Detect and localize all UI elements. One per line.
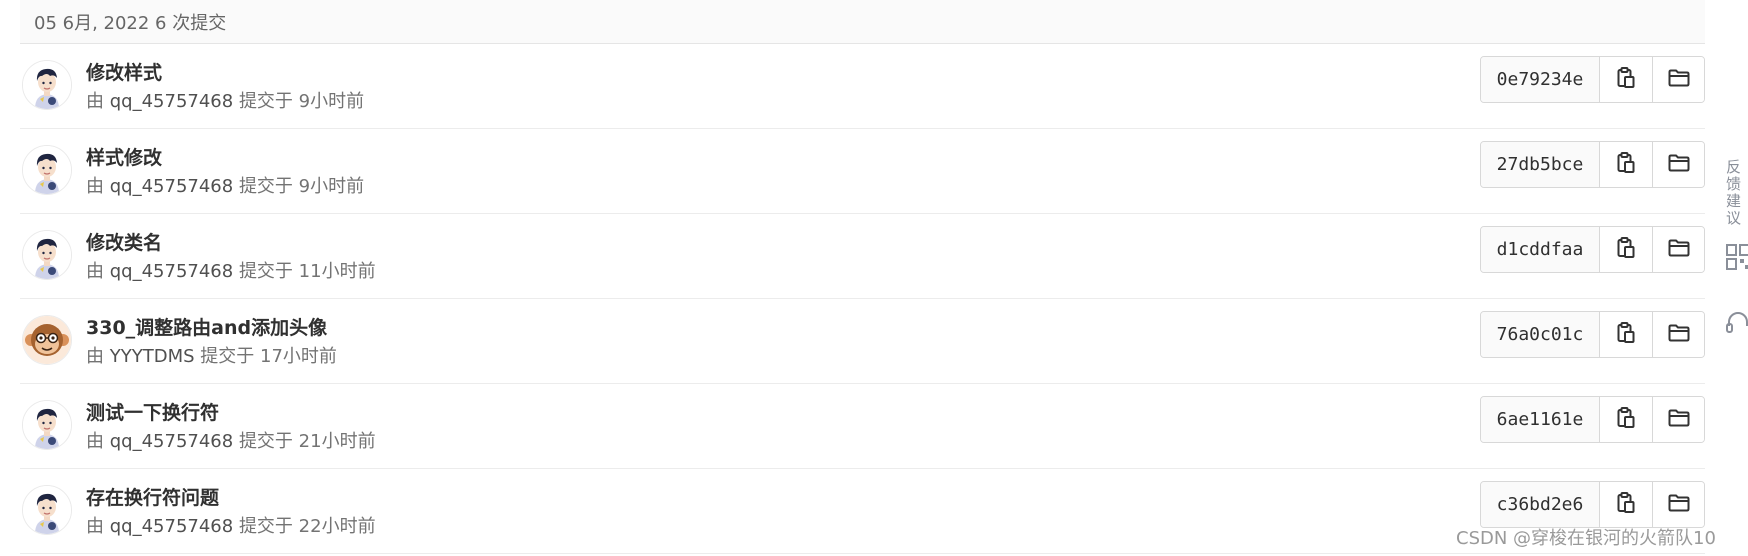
commit-by-label: 由 (86, 346, 104, 367)
commit-row: 存在换行符问题由 qq_45757468 提交于 22小时前 c36bd2e6 (20, 469, 1705, 554)
avatar[interactable] (22, 230, 72, 280)
qr-code-button[interactable] (1716, 226, 1748, 292)
commit-time: 9小时前 (298, 91, 365, 112)
copy-sha-button[interactable] (1600, 397, 1652, 442)
commit-actions: c36bd2e6 (1480, 481, 1705, 528)
commit-action-label: 提交于 (238, 431, 293, 452)
commit-author[interactable]: qq_45757468 (110, 431, 233, 452)
copy-sha-button[interactable] (1600, 142, 1652, 187)
commit-time: 11小时前 (298, 261, 376, 282)
qr-code-icon (1726, 244, 1748, 274)
commit-meta: 由 qq_45757468 提交于 9小时前 (86, 172, 364, 198)
browse-files-button[interactable] (1652, 312, 1704, 357)
commit-time: 21小时前 (298, 431, 376, 452)
csdn-watermark: CSDN @穿梭在银河的火箭队10 (1456, 528, 1716, 549)
avatar[interactable] (22, 485, 72, 535)
clipboard-icon (1617, 236, 1635, 263)
commit-author[interactable]: qq_45757468 (110, 516, 233, 537)
copy-sha-button[interactable] (1600, 312, 1652, 357)
commit-author[interactable]: qq_45757468 (110, 261, 233, 282)
commit-row: 修改样式由 qq_45757468 提交于 9小时前 0e79234e (20, 44, 1705, 129)
commit-sha-button[interactable]: 27db5bce (1481, 142, 1600, 187)
commit-list: 修改样式由 qq_45757468 提交于 9小时前 0e79234e 样式修改由 … (20, 44, 1705, 554)
commit-title[interactable]: 修改类名 (86, 228, 162, 255)
commit-time: 22小时前 (298, 516, 376, 537)
feedback-label: 反馈建议 (1726, 159, 1742, 227)
commit-action-label: 提交于 (238, 91, 293, 112)
commit-title[interactable]: 样式修改 (86, 143, 162, 170)
commit-sha-button[interactable]: 6ae1161e (1481, 397, 1600, 442)
support-button[interactable] (1716, 292, 1748, 358)
commit-action-label: 提交于 (238, 261, 293, 282)
folder-icon (1668, 239, 1690, 261)
commit-author[interactable]: qq_45757468 (110, 176, 233, 197)
commit-by-label: 由 (86, 261, 104, 282)
avatar[interactable] (22, 145, 72, 195)
commit-row: 修改类名由 qq_45757468 提交于 11小时前 d1cddfaa (20, 214, 1705, 299)
commit-sha-button[interactable]: 0e79234e (1481, 57, 1600, 102)
browse-files-button[interactable] (1652, 142, 1704, 187)
copy-sha-button[interactable] (1600, 227, 1652, 272)
commit-actions: 6ae1161e (1480, 396, 1705, 443)
clipboard-icon (1617, 491, 1635, 518)
day-header: 05 6月, 2022 6 次提交 (20, 0, 1705, 44)
feedback-button[interactable]: 反馈建议 (1716, 159, 1748, 227)
commit-meta: 由 YYYTDMS 提交于 17小时前 (86, 342, 337, 368)
commit-title[interactable]: 修改样式 (86, 58, 162, 85)
commit-meta: 由 qq_45757468 提交于 22小时前 (86, 512, 376, 538)
avatar[interactable] (22, 60, 72, 110)
copy-sha-button[interactable] (1600, 482, 1652, 527)
headset-icon (1726, 310, 1748, 340)
clipboard-icon (1617, 66, 1635, 93)
commit-by-label: 由 (86, 431, 104, 452)
commit-time: 9小时前 (298, 176, 365, 197)
commit-row: 330_调整路由and添加头像由 YYYTDMS 提交于 17小时前 76a0c0… (20, 299, 1705, 384)
commit-meta: 由 qq_45757468 提交于 21小时前 (86, 427, 376, 453)
folder-icon (1668, 69, 1690, 91)
day-header-text: 05 6月, 2022 6 次提交 (34, 12, 227, 34)
commit-action-label: 提交于 (238, 516, 293, 537)
browse-files-button[interactable] (1652, 397, 1704, 442)
commit-actions: 0e79234e (1480, 56, 1705, 103)
folder-icon (1668, 154, 1690, 176)
browse-files-button[interactable] (1652, 482, 1704, 527)
browse-files-button[interactable] (1652, 57, 1704, 102)
commit-row: 测试一下换行符由 qq_45757468 提交于 21小时前 6ae1161e (20, 384, 1705, 469)
avatar[interactable] (22, 400, 72, 450)
folder-icon (1668, 324, 1690, 346)
commit-time: 17小时前 (260, 346, 337, 367)
commit-actions: d1cddfaa (1480, 226, 1705, 273)
commit-title[interactable]: 存在换行符问题 (86, 483, 219, 510)
commit-meta: 由 qq_45757468 提交于 9小时前 (86, 87, 364, 113)
clipboard-icon (1617, 406, 1635, 433)
clipboard-icon (1617, 151, 1635, 178)
folder-icon (1668, 409, 1690, 431)
folder-icon (1668, 494, 1690, 516)
commit-sha-button[interactable]: d1cddfaa (1481, 227, 1600, 272)
commit-actions: 76a0c01c (1480, 311, 1705, 358)
side-toolbar: 反馈建议 (1716, 159, 1748, 358)
commit-by-label: 由 (86, 176, 104, 197)
copy-sha-button[interactable] (1600, 57, 1652, 102)
commit-author[interactable]: YYYTDMS (110, 346, 195, 367)
commit-by-label: 由 (86, 516, 104, 537)
commit-action-label: 提交于 (200, 346, 255, 367)
commit-author[interactable]: qq_45757468 (110, 91, 233, 112)
commit-title[interactable]: 测试一下换行符 (86, 398, 219, 425)
commit-sha-button[interactable]: c36bd2e6 (1481, 482, 1600, 527)
browse-files-button[interactable] (1652, 227, 1704, 272)
commit-sha-button[interactable]: 76a0c01c (1481, 312, 1600, 357)
commit-action-label: 提交于 (238, 176, 293, 197)
clipboard-icon (1617, 321, 1635, 348)
commit-actions: 27db5bce (1480, 141, 1705, 188)
commit-by-label: 由 (86, 91, 104, 112)
commit-row: 样式修改由 qq_45757468 提交于 9小时前 27db5bce (20, 129, 1705, 214)
commit-title[interactable]: 330_调整路由and添加头像 (86, 313, 327, 340)
commit-meta: 由 qq_45757468 提交于 11小时前 (86, 257, 376, 283)
avatar[interactable] (22, 315, 72, 365)
